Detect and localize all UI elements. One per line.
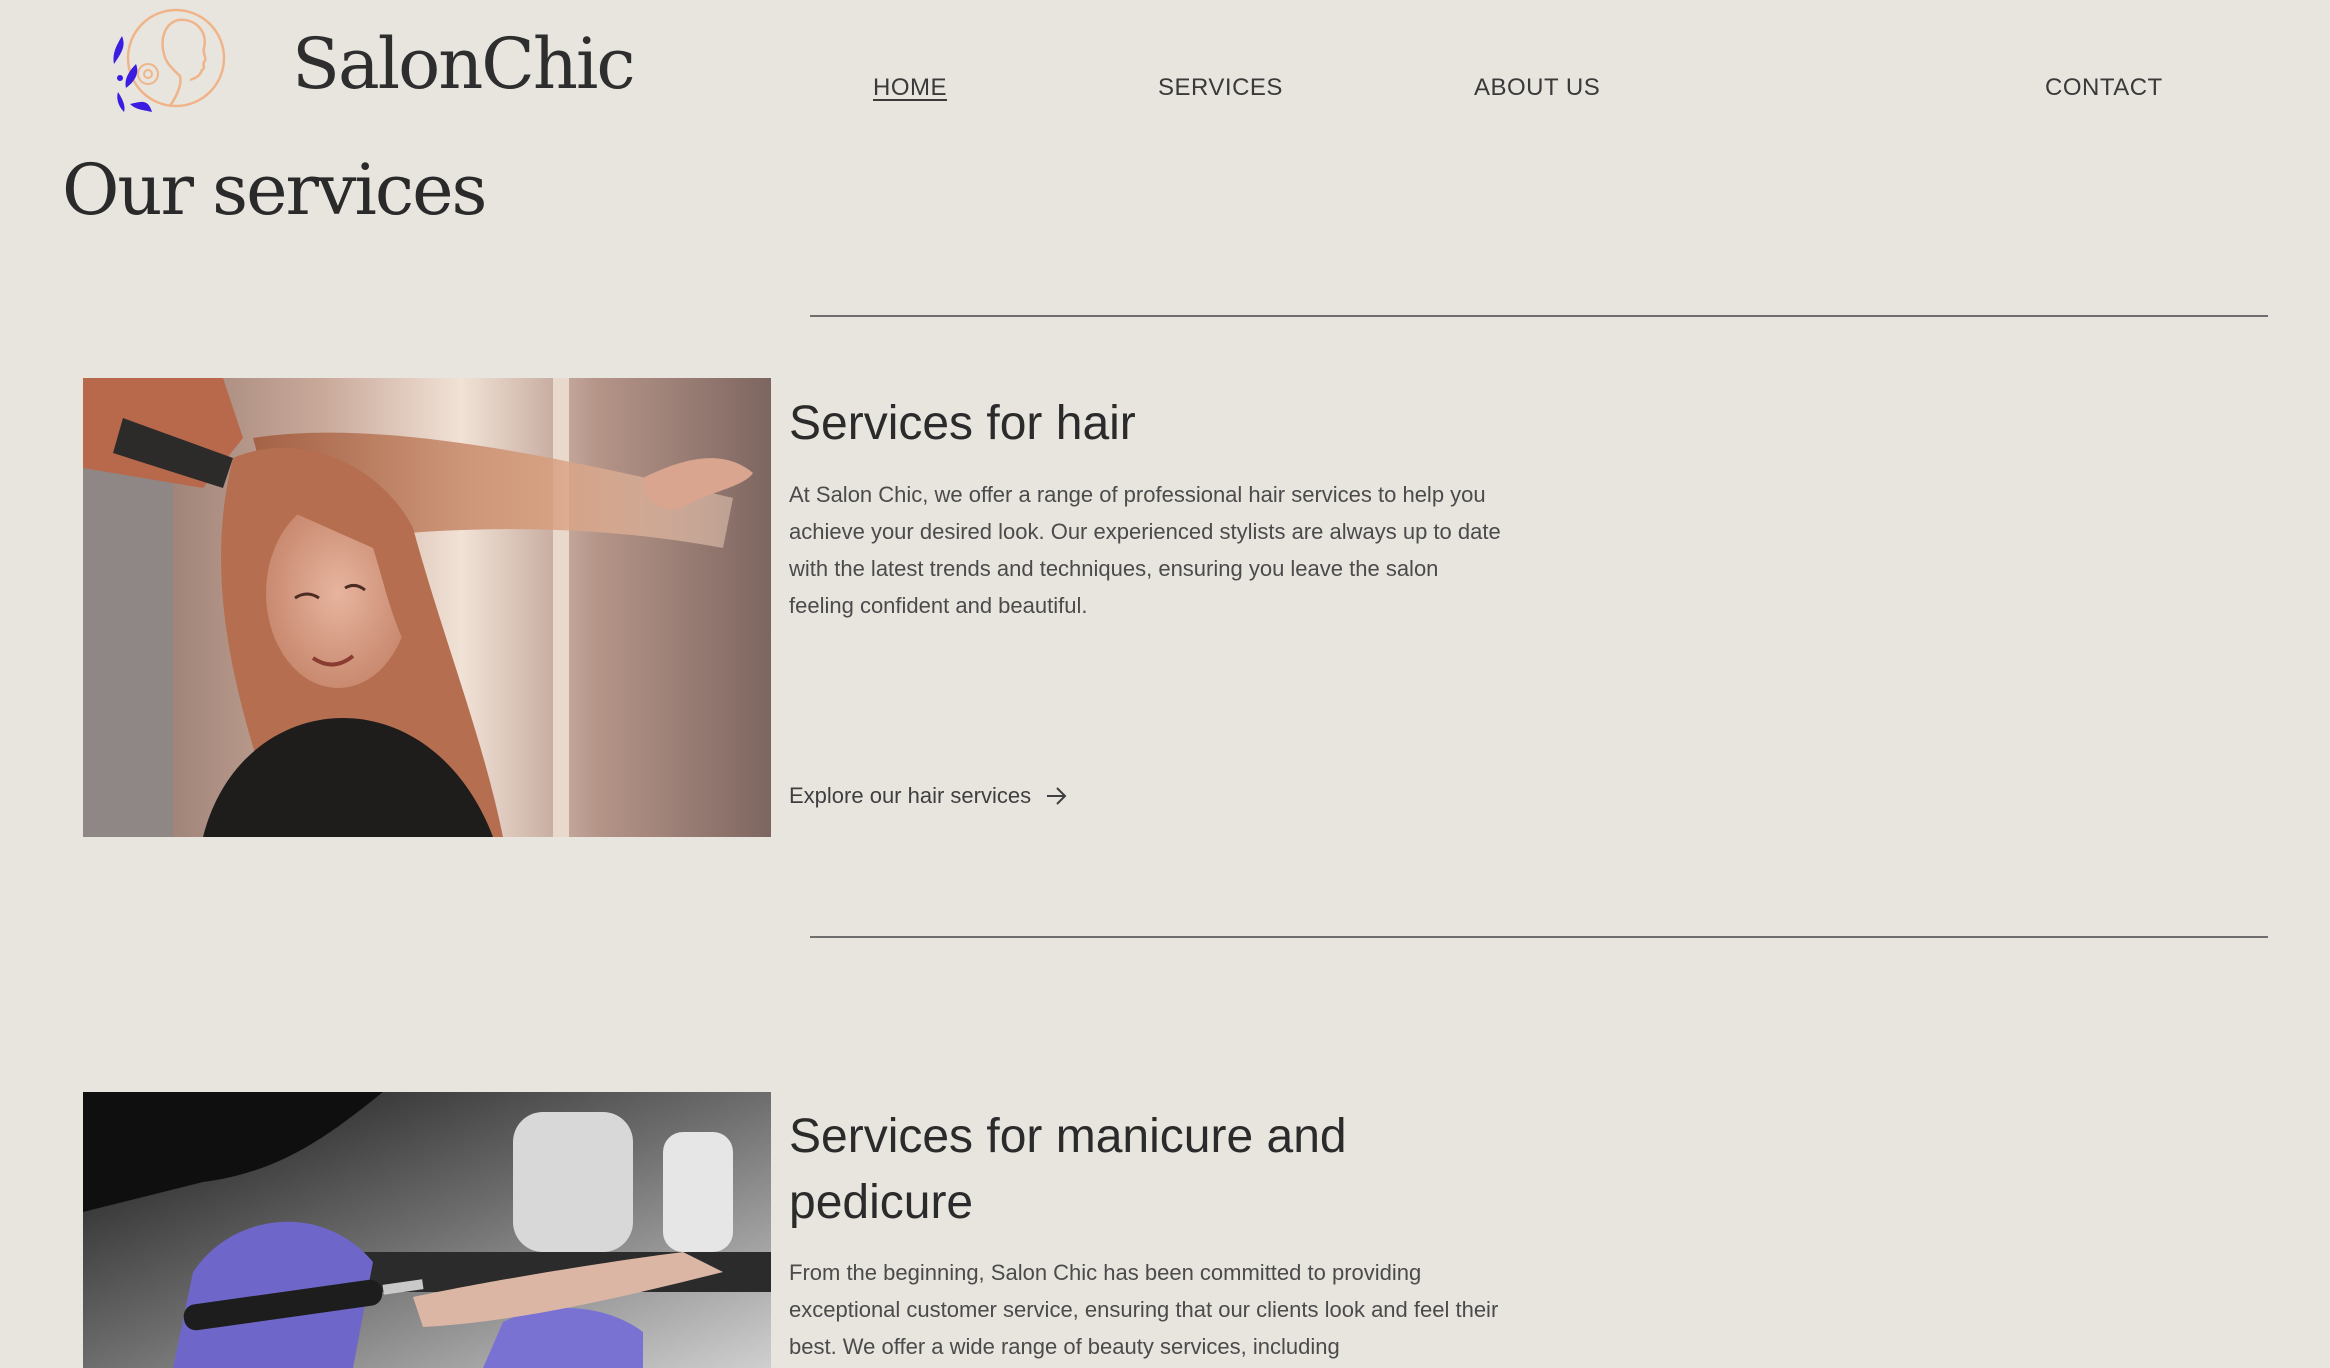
- hair-service-title: Services for hair: [789, 397, 1136, 450]
- nav-home[interactable]: HOME: [873, 76, 947, 100]
- manicure-nail-drill-photo: [83, 1092, 771, 1368]
- explore-hair-services-link[interactable]: Explore our hair services: [789, 783, 1069, 809]
- section-divider: [810, 315, 2268, 317]
- section-divider: [810, 936, 2268, 938]
- hair-service-description: At Salon Chic, we offer a range of profe…: [789, 482, 1501, 618]
- nav-about-us[interactable]: ABOUT US: [1474, 76, 1600, 100]
- arrow-right-icon: [1047, 787, 1067, 805]
- manicure-service-image: [83, 1092, 771, 1368]
- manicure-service-description: From the beginning, Salon Chic has been …: [789, 1260, 1499, 1359]
- salon-logo-icon[interactable]: [104, 6, 234, 116]
- brand-name[interactable]: SalonChic: [292, 22, 636, 106]
- nav-services[interactable]: SERVICES: [1158, 76, 1283, 100]
- hair-service-image: [83, 378, 771, 837]
- manicure-service-title: Services for manicure and pedicure: [789, 1110, 1347, 1229]
- explore-hair-services-label: Explore our hair services: [789, 783, 1032, 808]
- page-title: Our services: [62, 149, 487, 231]
- woman-hair-styling-photo: [83, 378, 771, 837]
- nav-contact[interactable]: CONTACT: [2045, 76, 2163, 100]
